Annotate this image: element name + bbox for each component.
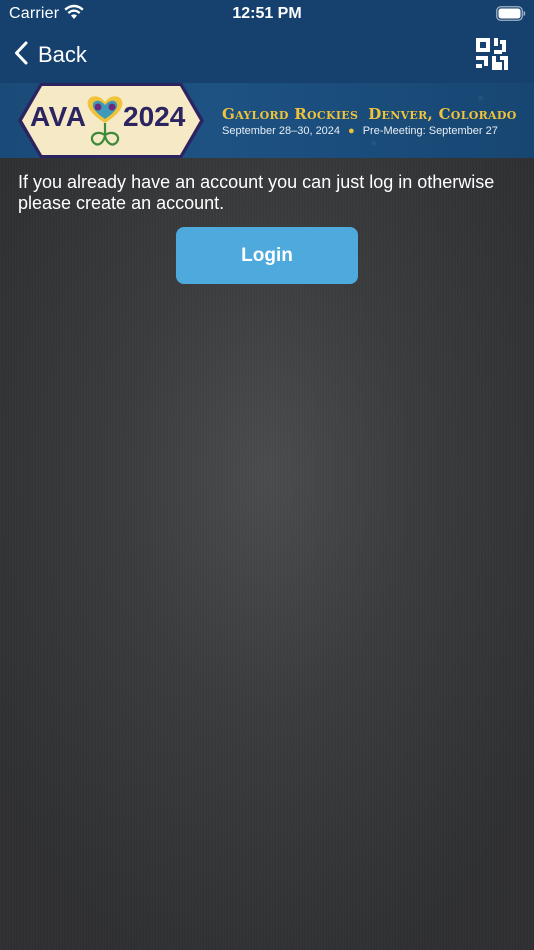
chevron-left-icon [14, 41, 28, 70]
qr-code-icon [476, 38, 508, 74]
status-bar: Carrier 12:51 PM [0, 0, 534, 28]
qr-code-button[interactable] [476, 38, 508, 70]
back-button[interactable]: Back [14, 39, 87, 71]
conference-dates: September 28–30, 2024 [222, 125, 341, 137]
venue-city: Denver, Colorado [368, 105, 517, 123]
back-label: Back [38, 42, 87, 67]
bullet-separator: ● [348, 125, 355, 137]
venue-title: Gaylord Rockies Denver, Colorado [222, 105, 517, 123]
navigation-bar: Back [0, 28, 534, 83]
pre-meeting-date: Pre-Meeting: September 27 [362, 125, 498, 137]
status-time: 12:51 PM [232, 5, 302, 22]
event-dates: September 28–30, 2024 ● Pre-Meeting: Septe… [222, 125, 498, 137]
account-intro-text: If you already have an account you can j… [18, 172, 495, 213]
logo-ava-text: AVA [30, 101, 87, 132]
logo-year-text: 2024 [123, 101, 186, 132]
venue-name: Gaylord Rockies [222, 105, 359, 123]
conference-banner: AVA 2024 Gaylord Rockies Denver, Colorado… [0, 83, 534, 158]
login-button[interactable]: Login [176, 227, 358, 284]
heart-logo-icon [87, 96, 123, 146]
battery-icon [496, 6, 526, 26]
app-screen: Carrier 12:51 PM Back AVA 2024 Gaylord R… [0, 0, 534, 950]
